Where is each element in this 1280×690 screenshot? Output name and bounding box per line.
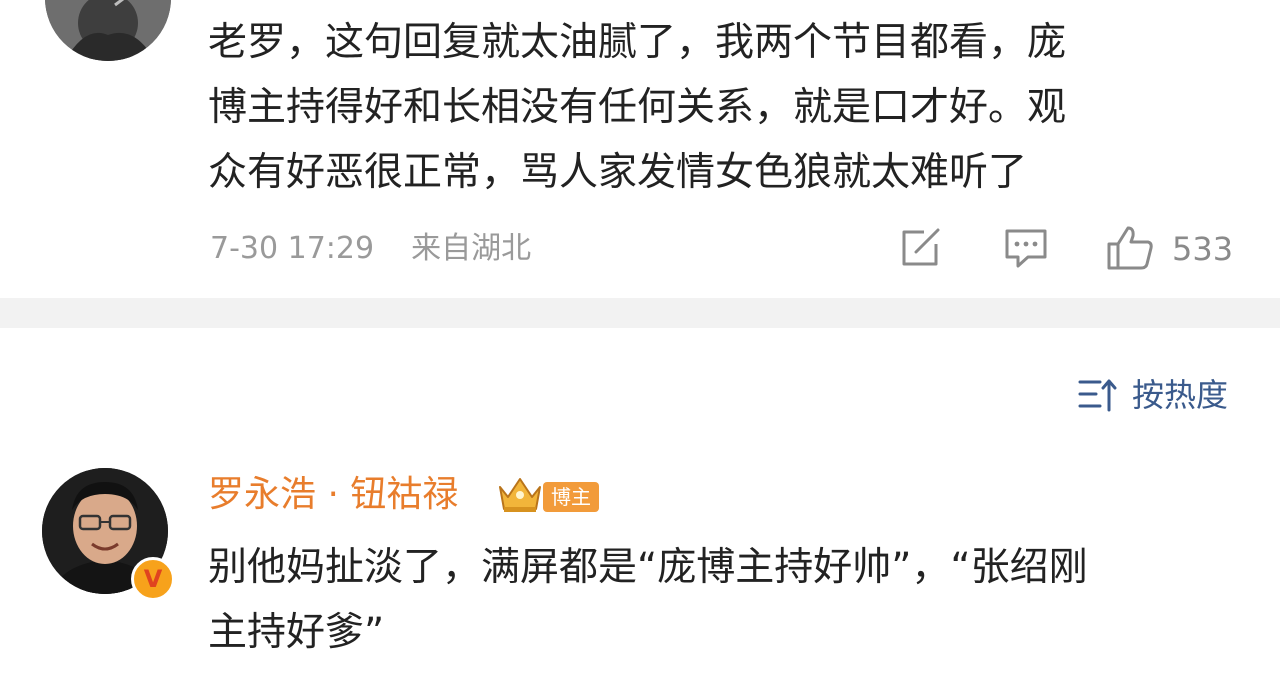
sort-label: 按热度 (1132, 376, 1229, 414)
username[interactable]: 罗永浩 · 钮祜禄 (208, 470, 458, 520)
next-row-edge (0, 676, 1280, 690)
verified-badge: V (131, 557, 175, 601)
comment-text-line: 别他妈扯淡了，满屏都是“庞博主持好帅”，“张绍刚 (208, 545, 1088, 590)
comment-time: 7-30 17:29 (210, 231, 375, 266)
comment-text-line: 众有好恶很正常，骂人家发情女色狼就太难听了 (208, 150, 1028, 195)
crown-icon (499, 478, 541, 512)
comment-text-line: 博主持得好和长相没有任何关系，就是口才好。观 (208, 85, 1067, 130)
comment-text-line: 主持好爹” (208, 610, 385, 655)
edit-icon[interactable] (900, 228, 944, 268)
like-icon[interactable] (1106, 224, 1154, 272)
comment-item: 老罗，这句回复就太油腻了，我两个节目都看，庞 博主持得好和长相没有任何关系，就是… (0, 0, 1280, 298)
comment-meta: 7-30 17:29 来自湖北 (210, 226, 531, 272)
comment-location: 来自湖北 (411, 231, 532, 266)
comment-icon[interactable] (1004, 228, 1048, 270)
sort-icon (1078, 379, 1117, 412)
commenter-avatar[interactable] (45, 0, 171, 61)
section-divider (0, 298, 1280, 328)
blogger-badge: 博主 (543, 482, 599, 512)
like-count: 533 (1172, 230, 1234, 268)
comment-text-line: 老罗，这句回复就太油腻了，我两个节目都看，庞 (208, 20, 1067, 65)
weibo-comments-page: 老罗，这句回复就太油腻了，我两个节目都看，庞 博主持得好和长相没有任何关系，就是… (0, 0, 1280, 690)
